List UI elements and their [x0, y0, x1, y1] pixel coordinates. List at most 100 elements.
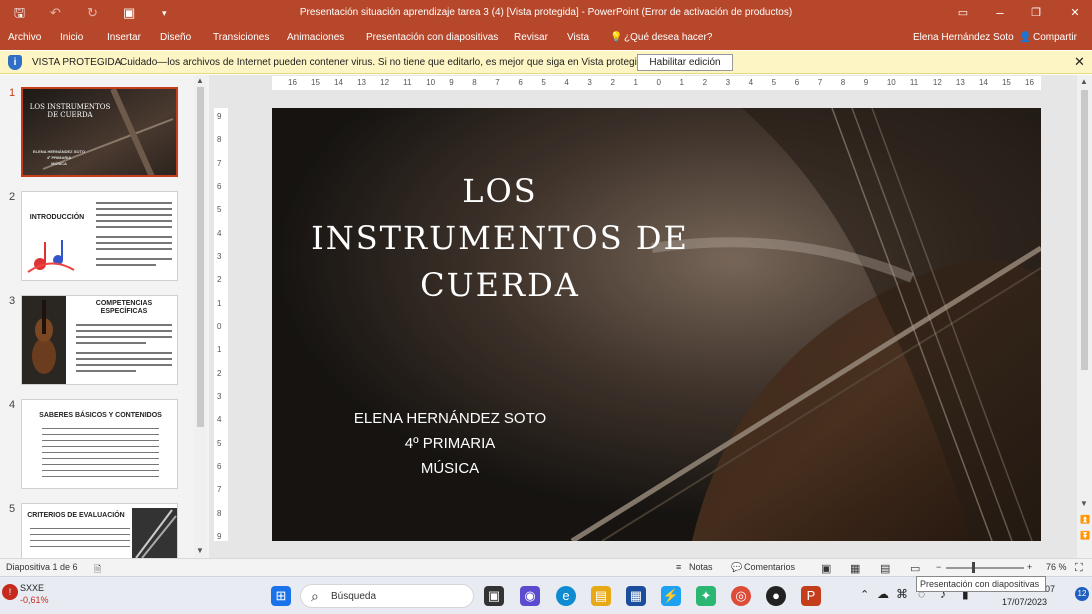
ruler-tick-label: 13 [955, 78, 965, 87]
zoom-level[interactable]: 76 % [1046, 562, 1067, 572]
file-explorer-icon[interactable]: ▤ [591, 586, 611, 606]
slide-count: Diapositiva 1 de 6 [6, 562, 78, 572]
ruler-tick-label: 7 [495, 78, 500, 87]
ruler-tick-label: 8 [840, 78, 846, 87]
thumb-number: 5 [9, 503, 16, 515]
subject: MÚSICA [420, 460, 480, 477]
task-view-icon[interactable]: ▣ [484, 586, 504, 606]
windows-start-icon[interactable]: ⊞ [271, 586, 291, 606]
slide-thumbnail-5[interactable]: CRITERIOS DE EVALUACIÓN [21, 503, 178, 558]
powerpoint-icon[interactable]: P [801, 586, 821, 606]
zoom-slider-thumb[interactable] [972, 562, 975, 573]
ruler-tick-label: 5 [217, 438, 222, 448]
slide-thumbnail-1[interactable]: LOS INSTRUMENTOS DE CUERDA ELENA HERNÁND… [21, 87, 178, 177]
slideshow-view-icon[interactable]: ▭ [910, 562, 920, 575]
onedrive-icon[interactable]: ☁ [877, 587, 889, 601]
tab-transiciones[interactable]: Transiciones [213, 31, 269, 45]
lightbulb-icon: 💡 [610, 32, 623, 43]
close-notice-icon[interactable]: ✕ [1074, 54, 1085, 70]
ruler-tick-label: 4 [217, 415, 222, 425]
ruler-tick-label: 11 [403, 78, 412, 87]
slide-title[interactable]: LOS INSTRUMENTOS DE CUERDA [272, 168, 728, 309]
ruler-tick-label: 11 [909, 78, 919, 87]
enable-editing-button[interactable]: Habilitar edición [637, 54, 733, 71]
normal-view-icon[interactable]: ▣ [821, 562, 831, 575]
author-name: ELENA HERNÁNDEZ SOTO [353, 410, 547, 427]
language-icon[interactable]: ⌘ [896, 587, 908, 601]
ruler-tick-label: 8 [217, 508, 222, 518]
slide-sorter-icon[interactable]: ▦ [850, 562, 860, 575]
obs-icon[interactable]: ● [766, 586, 786, 606]
slide-thumbnail-3[interactable]: COMPETENCIAS ESPECÍFICAS [21, 295, 178, 385]
scroll-up-arrow-icon[interactable]: ▲ [196, 76, 204, 85]
share-button[interactable]: Compartir [1033, 31, 1077, 45]
thumbnail-scrollbar[interactable]: ▲ ▼ [194, 75, 207, 558]
ruler-tick-label: 9 [863, 78, 869, 87]
slide-canvas[interactable]: LOS INSTRUMENTOS DE CUERDA ELENA HERNÁND… [272, 108, 1041, 541]
chrome-icon[interactable]: ◎ [731, 586, 751, 606]
slide-subtitle[interactable]: ELENA HERNÁNDEZ SOTO 4º PRIMARIA MÚSICA [272, 406, 628, 481]
ruler-tick-label: 2 [217, 368, 222, 378]
ribbon-display-options-icon[interactable]: ▭ [951, 5, 975, 21]
scroll-thumb[interactable] [197, 87, 204, 427]
tell-me-input[interactable]: ¿Qué desea hacer? [624, 31, 712, 45]
editor-scrollbar[interactable]: ▲ ▼ ⏫ ⏬ [1077, 75, 1092, 558]
app-icon[interactable]: ✦ [696, 586, 716, 606]
tab-animaciones[interactable]: Animaciones [287, 31, 344, 45]
taskbar-search[interactable]: ⌕ Búsqueda [300, 584, 474, 608]
ruler-tick-label: 6 [217, 462, 222, 471]
reading-view-icon[interactable]: ▤ [880, 562, 890, 575]
previous-slide-icon[interactable]: ⏫ [1080, 515, 1090, 524]
title-bar: 🖫 ↶ ↻ ▣ ▾ Presentación situación aprendi… [0, 0, 1092, 26]
ruler-tick-label: 3 [587, 78, 592, 87]
user-name[interactable]: Elena Hernández Soto [913, 31, 1014, 45]
person-icon: 👤 [1019, 32, 1032, 43]
slide-thumbnail-2[interactable]: INTRODUCCIÓN [21, 191, 178, 281]
teams-chat-icon[interactable]: ◉ [520, 586, 540, 606]
ruler-tick-label: 9 [449, 78, 454, 87]
ruler-tick-label: 5 [217, 205, 222, 215]
zoom-out-icon[interactable]: − [936, 562, 941, 572]
ruler-tick-label: 1 [679, 78, 684, 87]
scroll-thumb[interactable] [1081, 90, 1088, 370]
notification-badge[interactable]: 12 [1075, 587, 1089, 601]
tab-diseno[interactable]: Diseño [160, 31, 191, 45]
ruler-tick-label: 12 [380, 78, 390, 87]
ruler-tick-label: 3 [217, 252, 222, 261]
tab-vista[interactable]: Vista [567, 31, 589, 45]
next-slide-icon[interactable]: ⏬ [1080, 531, 1090, 540]
stock-widget[interactable]: ! SXXE -0,61% [2, 582, 49, 606]
power-automate-icon[interactable]: ⚡ [661, 586, 681, 606]
fit-to-window-icon[interactable]: ⛶ [1075, 562, 1083, 575]
ruler-tick-label: 3 [217, 392, 222, 401]
close-button[interactable]: ✕ [1063, 5, 1087, 21]
clock-date[interactable]: 17/07/2023 [1002, 597, 1047, 607]
tab-inicio[interactable]: Inicio [60, 31, 83, 45]
tab-archivo[interactable]: Archivo [8, 31, 41, 45]
notes-button[interactable]: Notas [689, 562, 713, 572]
restore-button[interactable]: ❐ [1024, 5, 1048, 21]
edge-browser-icon[interactable]: e [556, 586, 576, 606]
thumb-number: 2 [9, 191, 16, 203]
search-icon: ⌕ [311, 588, 319, 604]
zoom-slider[interactable] [946, 567, 1024, 569]
ruler-tick-label: 2 [702, 78, 708, 87]
comments-button[interactable]: Comentarios [744, 562, 795, 572]
slide-thumbnail-4[interactable]: SABERES BÁSICOS Y CONTENIDOS [21, 399, 178, 489]
tab-presentacion[interactable]: Presentación con diapositivas [366, 31, 498, 45]
ruler-tick-label: 7 [217, 485, 222, 495]
ruler-tick-label: 6 [794, 78, 800, 87]
clock-time[interactable]: 07 [1045, 584, 1055, 594]
tab-revisar[interactable]: Revisar [514, 31, 548, 45]
show-hidden-icons[interactable]: ⌃ [860, 588, 869, 601]
scroll-down-arrow-icon[interactable]: ▼ [1080, 499, 1088, 508]
thumb-1-title: LOS INSTRUMENTOS DE CUERDA [29, 103, 111, 119]
grade-level: 4º PRIMARIA [404, 435, 496, 452]
minimize-button[interactable]: – [988, 5, 1012, 21]
tab-insertar[interactable]: Insertar [107, 31, 141, 45]
zoom-in-icon[interactable]: + [1027, 562, 1032, 572]
ruler-tick-label: 7 [817, 78, 823, 87]
scroll-up-arrow-icon[interactable]: ▲ [1080, 77, 1088, 86]
microsoft-store-icon[interactable]: ▦ [626, 586, 646, 606]
scroll-down-arrow-icon[interactable]: ▼ [196, 546, 204, 555]
